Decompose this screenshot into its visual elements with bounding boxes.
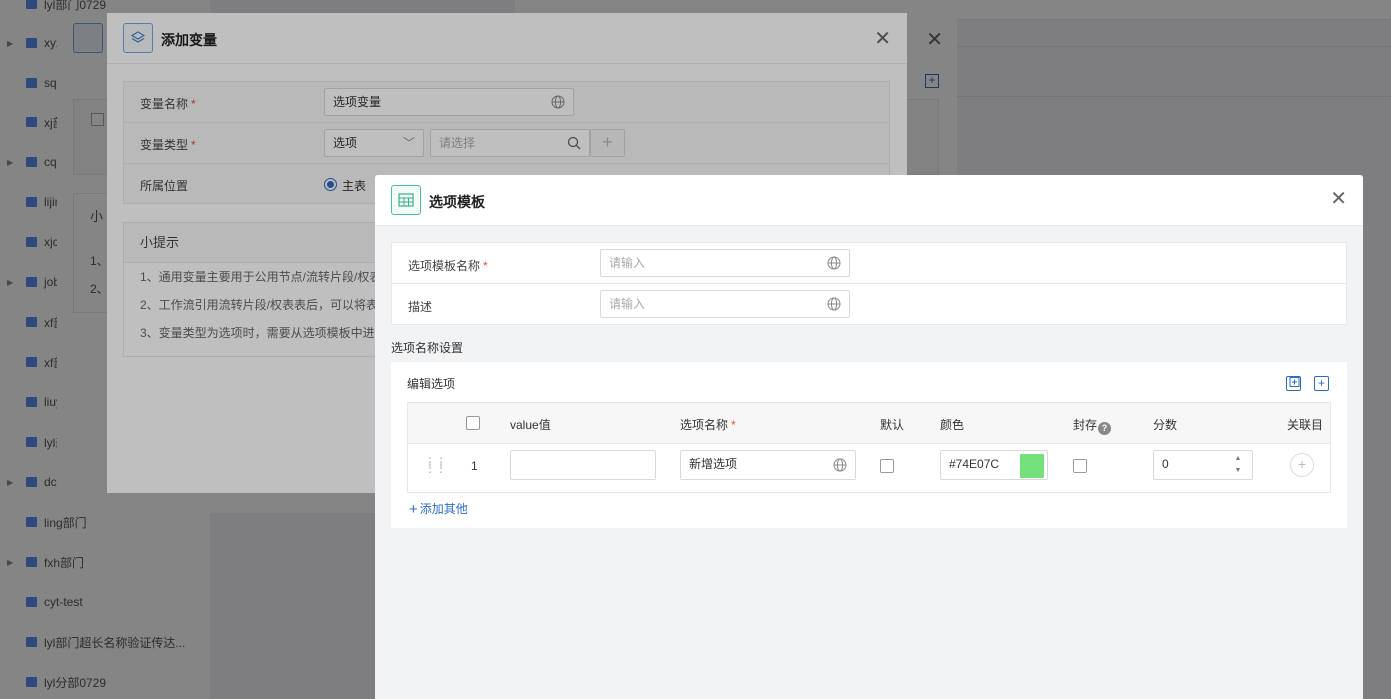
table-header: value值 选项名称 * 默认 颜色 封存? 分数 关联目	[408, 403, 1330, 444]
add-other-button[interactable]: + 添加其他	[409, 500, 468, 518]
options-panel: 编辑选项 + value值 选项名称 * 默认 颜色 封存? 分数 关联目 ⋮⋮ ⋮…	[391, 362, 1347, 528]
form-row-description: 描述 请输入	[392, 284, 1346, 325]
dialog-title: 选项模板	[429, 194, 485, 210]
template-name-input[interactable]: 请输入	[600, 249, 850, 277]
default-checkbox[interactable]	[880, 459, 894, 473]
column-header: 关联目	[1287, 418, 1324, 432]
template-form: 选项模板名称 * 请输入 描述 请输入	[391, 242, 1347, 325]
globe-icon[interactable]	[827, 297, 841, 311]
field-label: 描述	[408, 300, 433, 314]
color-swatch[interactable]	[1020, 454, 1044, 478]
add-related-icon[interactable]: +	[1290, 453, 1314, 477]
drag-handle-icon[interactable]: ⋮⋮ ⋮⋮	[424, 456, 447, 474]
globe-icon[interactable]	[833, 458, 847, 472]
column-header: value值	[510, 418, 551, 432]
column-header: 颜色	[940, 418, 965, 432]
options-table: value值 选项名称 * 默认 颜色 封存? 分数 关联目 ⋮⋮ ⋮⋮ 1 新增选…	[407, 402, 1331, 493]
section-title: 选项名称设置	[391, 341, 464, 355]
option-name-input[interactable]: 新增选项	[680, 450, 856, 480]
value-input[interactable]	[510, 450, 656, 480]
table-row: ⋮⋮ ⋮⋮ 1 新增选项 #74E07C 0 ▲ ▼ +	[408, 444, 1330, 492]
close-icon[interactable]: ✕	[1330, 189, 1347, 209]
color-input[interactable]: #74E07C	[940, 450, 1048, 480]
description-input[interactable]: 请输入	[600, 290, 850, 318]
archived-checkbox[interactable]	[1073, 459, 1087, 473]
batch-add-icon[interactable]	[1286, 376, 1301, 391]
select-all-checkbox[interactable]	[466, 416, 480, 430]
help-icon[interactable]: ?	[1098, 422, 1112, 435]
table-icon	[391, 185, 421, 215]
panel-title: 编辑选项	[407, 377, 456, 391]
dialog-header: 选项模板 ✕	[375, 175, 1363, 226]
score-input[interactable]: 0 ▲ ▼	[1153, 450, 1253, 480]
column-header: 封存?	[1073, 416, 1112, 435]
plus-icon: +	[409, 501, 418, 518]
option-template-dialog: 选项模板 ✕ 选项模板名称* 请输入 描述 请输入 选项名称设置 编辑选项 +	[375, 175, 1363, 699]
stepper-icon[interactable]: ▲ ▼	[1232, 453, 1244, 477]
column-header: 默认	[880, 418, 905, 432]
column-header: 选项名称 *	[680, 418, 736, 432]
column-header: 分数	[1153, 418, 1178, 432]
form-row-template-name: 选项模板名称 * 请输入	[392, 243, 1346, 284]
field-label: 选项模板名称 *	[408, 259, 488, 273]
row-index: 1	[471, 459, 478, 473]
add-row-icon[interactable]: +	[1314, 376, 1329, 391]
globe-icon[interactable]	[827, 256, 841, 270]
